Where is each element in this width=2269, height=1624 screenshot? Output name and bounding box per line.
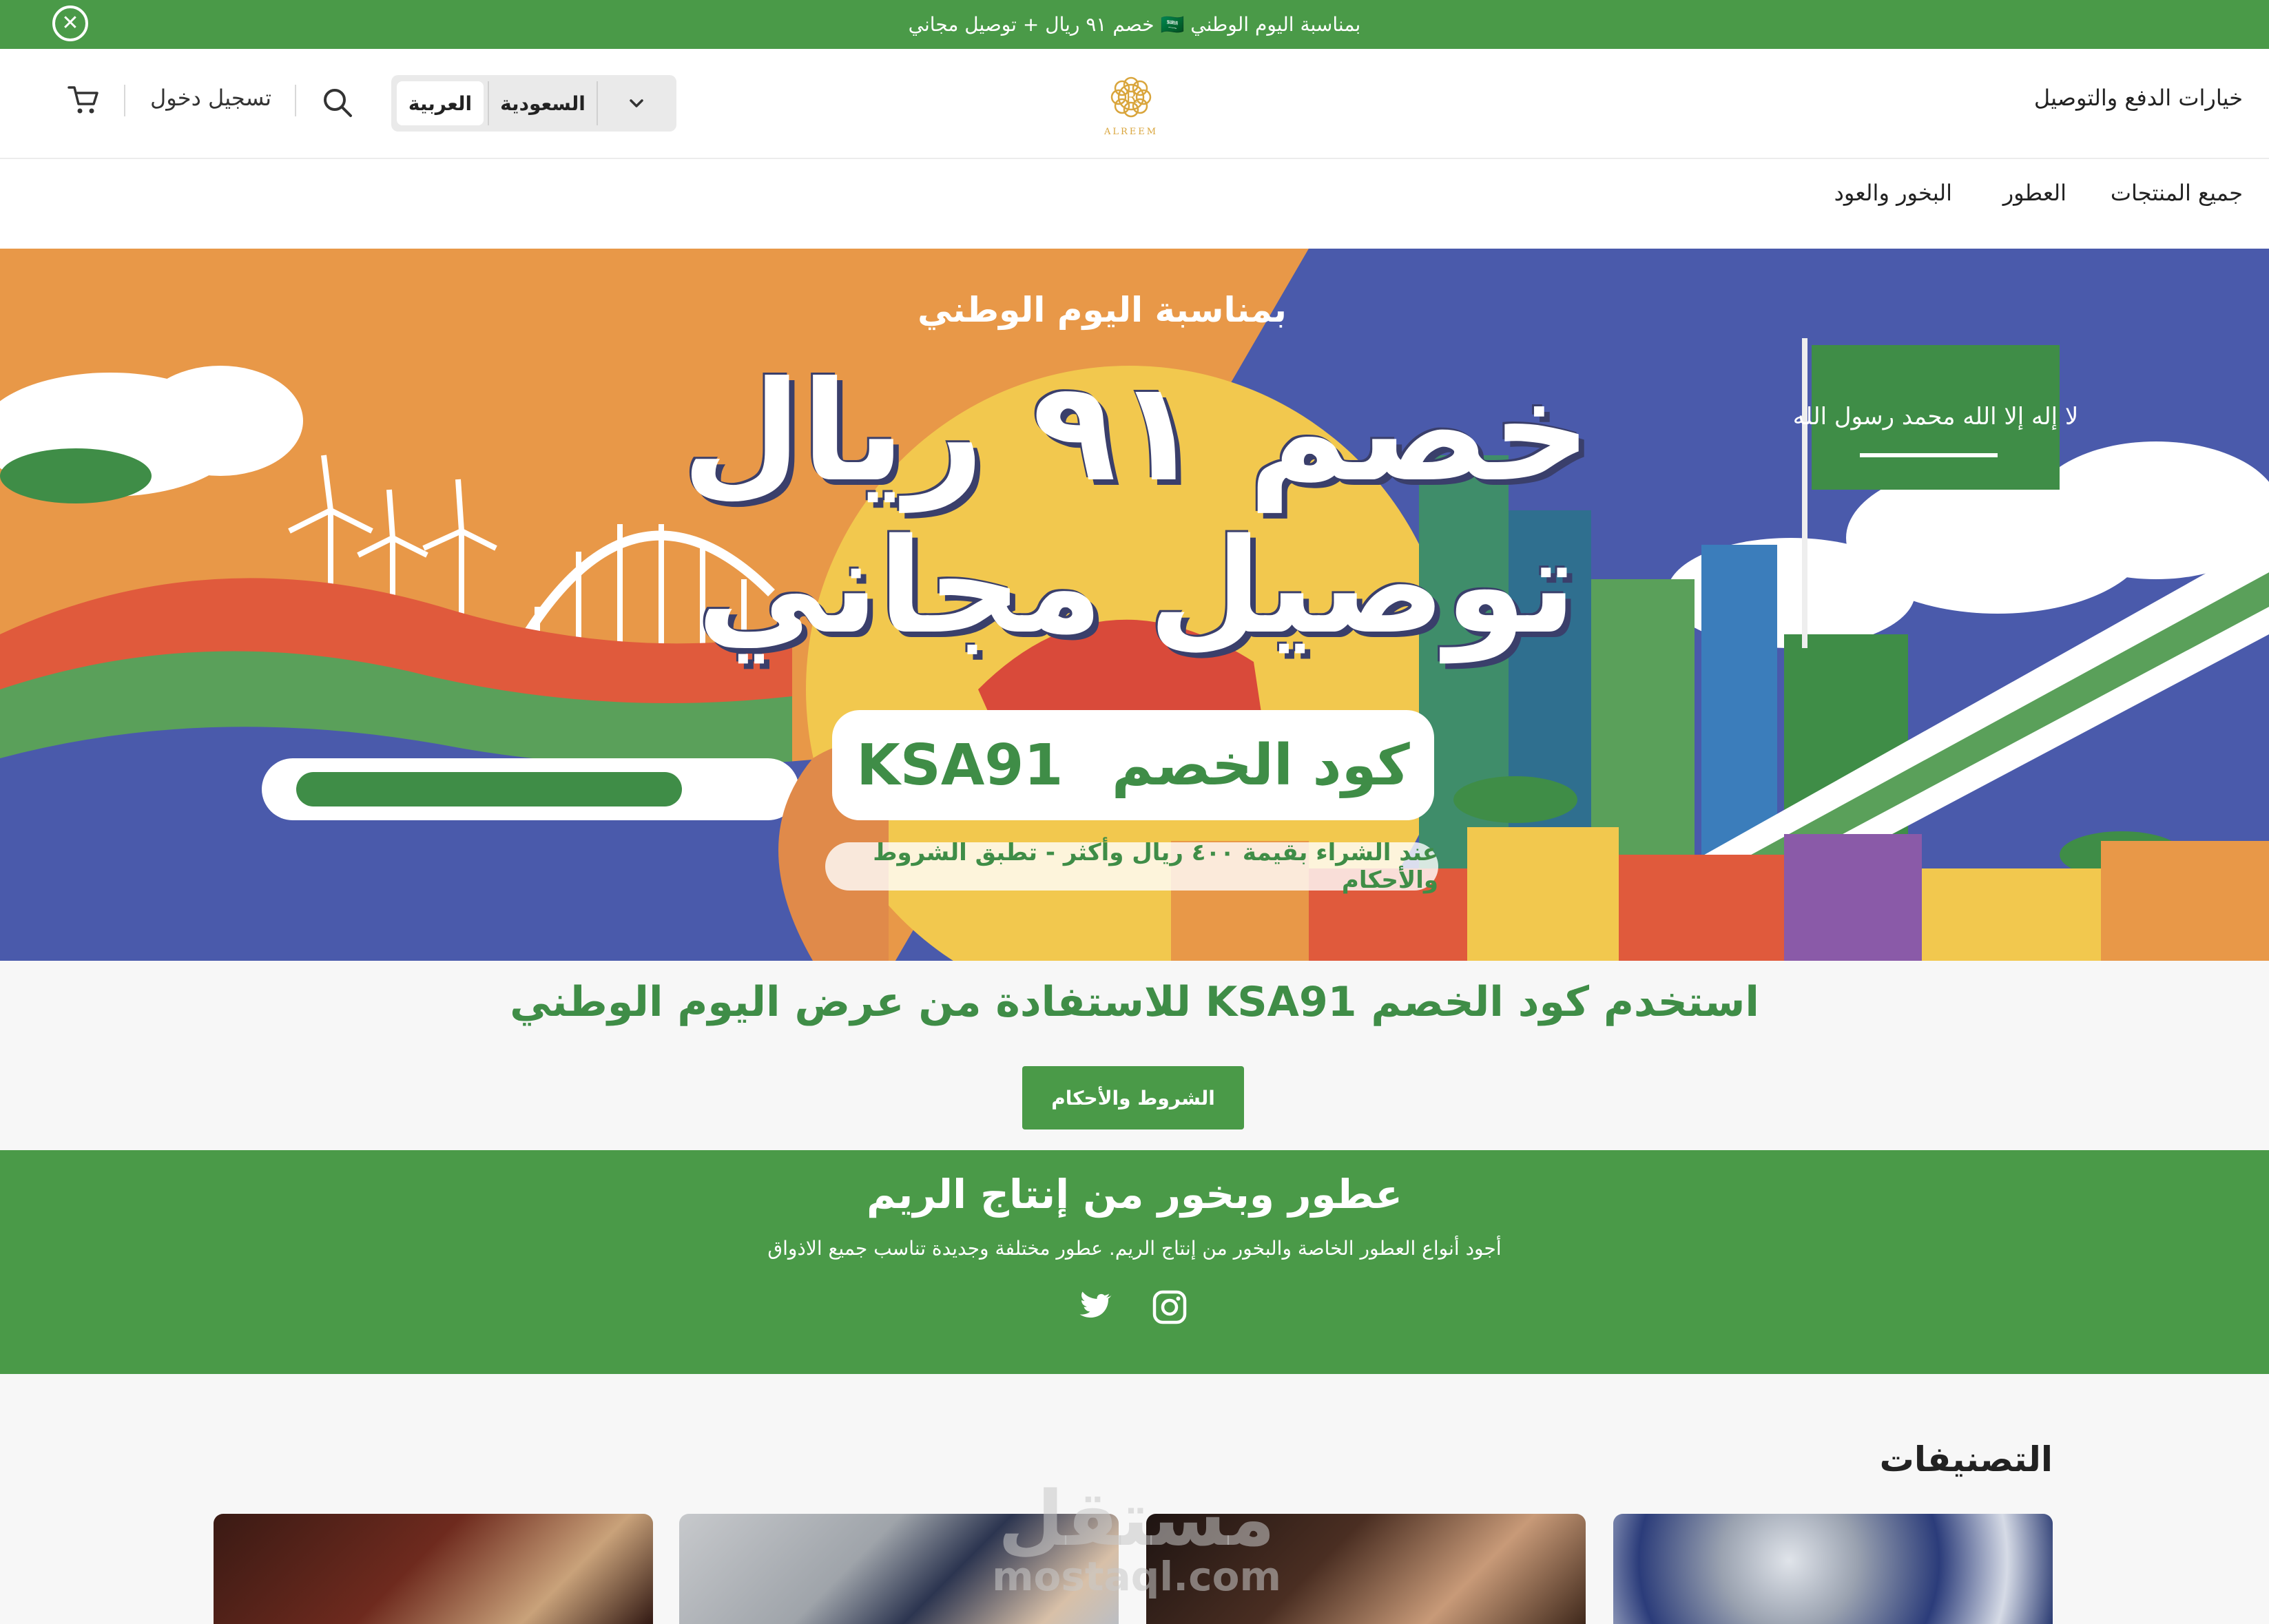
- chevron-down-icon[interactable]: [602, 81, 671, 125]
- brand-title: عطور وبخور من إنتاج الريم: [866, 1171, 1403, 1218]
- watermark-arabic: مستقل: [997, 1475, 1276, 1563]
- watermark: مستقل mostaql.com: [992, 1481, 1281, 1596]
- category-card[interactable]: [214, 1514, 653, 1624]
- main-nav: جميع المنتجات العطور البخور والعود: [0, 159, 2269, 249]
- site-logo[interactable]: R ALREEM: [1095, 67, 1167, 141]
- brand-description: أجود أنواع العطور الخاصة والبخور من إنتا…: [767, 1237, 1502, 1260]
- flag-shahada: لا إله إلا الله محمد رسول الله: [1793, 403, 2079, 430]
- brand-section: عطور وبخور من إنتاج الريم أجود أنواع الع…: [0, 1150, 2269, 1374]
- divider: [124, 85, 125, 116]
- locale-selector[interactable]: العربية السعودية: [391, 75, 676, 132]
- announcement-text: بمناسبة اليوم الوطني 🇸🇦 خصم ٩١ ريال + تو…: [908, 13, 1361, 36]
- close-circle-icon[interactable]: ✕: [52, 6, 88, 41]
- divider: [295, 85, 296, 116]
- watermark-url: mostaql.com: [992, 1553, 1281, 1600]
- language-option[interactable]: العربية: [397, 81, 484, 125]
- svg-text:R: R: [1126, 90, 1138, 107]
- category-card[interactable]: [1613, 1514, 2053, 1624]
- discount-code-label: كود الخصم: [1111, 732, 1410, 798]
- hero-title-discount: خصم ٩١ ريال: [681, 352, 1592, 512]
- hero-subtitle: بمناسبة اليوم الوطني: [918, 290, 1287, 330]
- hero-terms-note: عند الشراء بقيمة ٤٠٠ ريال وأكثر - تطبق ا…: [825, 839, 1438, 894]
- cart-icon[interactable]: [66, 82, 101, 116]
- payment-delivery-link[interactable]: خيارات الدفع والتوصيل: [2034, 85, 2243, 111]
- twitter-icon[interactable]: [1076, 1288, 1115, 1326]
- categories-heading: التصنيفات: [1879, 1439, 2053, 1479]
- nav-item-incense-oud[interactable]: البخور والعود: [1834, 180, 1952, 206]
- search-icon[interactable]: [321, 86, 354, 119]
- instagram-icon[interactable]: [1150, 1288, 1189, 1326]
- login-link[interactable]: تسجيل دخول: [150, 85, 271, 111]
- site-header: تسجيل دخول العربية السعودية R ALREEM خيا…: [0, 49, 2269, 159]
- terms-conditions-button[interactable]: الشروط والأحكام: [1022, 1066, 1244, 1129]
- hero-banner[interactable]: لا إله إلا الله محمد رسول الله بمناسبة ا…: [0, 249, 2269, 961]
- nav-item-all-products[interactable]: جميع المنتجات: [2111, 180, 2243, 206]
- discount-code-box: KSA91 كود الخصم: [832, 710, 1434, 820]
- country-option[interactable]: السعودية: [488, 81, 598, 125]
- logo-wordmark: ALREEM: [1104, 127, 1158, 137]
- nav-item-perfumes[interactable]: العطور: [2003, 180, 2066, 206]
- announcement-bar: ✕ بمناسبة اليوم الوطني 🇸🇦 خصم ٩١ ريال + …: [0, 0, 2269, 49]
- promo-heading: استخدم كود الخصم KSA91 للاستفادة من عرض …: [510, 978, 1759, 1026]
- discount-code-value: KSA91: [856, 732, 1064, 798]
- hero-title-delivery: توصيل مجاني: [696, 510, 1577, 663]
